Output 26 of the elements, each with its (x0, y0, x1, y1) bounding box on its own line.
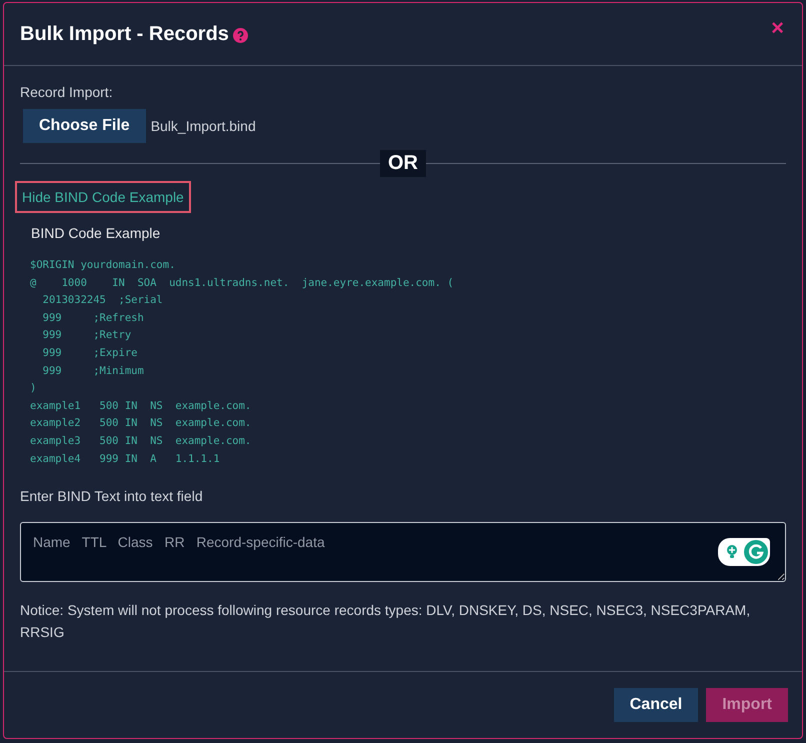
code-line: $ORIGIN yourdomain.com. (30, 258, 176, 273)
dialog-title: Bulk Import - Records (20, 22, 229, 46)
cancel-button[interactable]: Cancel (614, 688, 698, 722)
close-button[interactable]: × (769, 17, 786, 39)
hide-example-link[interactable]: Hide BIND Code Example (15, 181, 191, 213)
code-line: example4 999 IN A 1.1.1.1 (30, 452, 221, 467)
code-line: @ 1000 IN SOA udns1.ultradns.net. jane.eyre.example.com. ( (30, 276, 455, 291)
grammar-assistant-icon[interactable] (718, 538, 770, 566)
example-heading: BIND Code Example (31, 225, 162, 241)
code-line: 999 ;Refresh (42, 310, 145, 326)
code-line: ) (30, 381, 38, 396)
code-line: 2013032245 ;Serial (42, 293, 164, 308)
help-icon[interactable] (232, 28, 248, 43)
code-line: 999 ;Expire (42, 346, 138, 361)
code-line: 999 ;Retry (42, 328, 132, 344)
code-line: example2 500 IN NS example.com. (30, 416, 252, 432)
code-line: 999 ;Minimum (42, 364, 145, 379)
notice-text: Notice: System will not process following resource records types: DLV, DNSKEY, DS, NSEC, NSEC3, NSEC3PARAM, RRSIG (20, 601, 752, 642)
text-field-label: Enter BIND Text into text field (20, 488, 204, 504)
choose-file-button[interactable]: Choose File (23, 109, 146, 143)
or-separator: OR (380, 150, 426, 177)
code-line: example1 500 IN NS example.com. (30, 398, 252, 414)
record-import-label: Record Import: (20, 84, 114, 100)
file-name: Bulk_Import.bind (150, 118, 256, 134)
code-line: example3 500 IN NS example.com. (30, 434, 252, 449)
bind-text-field[interactable]: Name TTL Class RR Record-specific-data (20, 522, 786, 582)
